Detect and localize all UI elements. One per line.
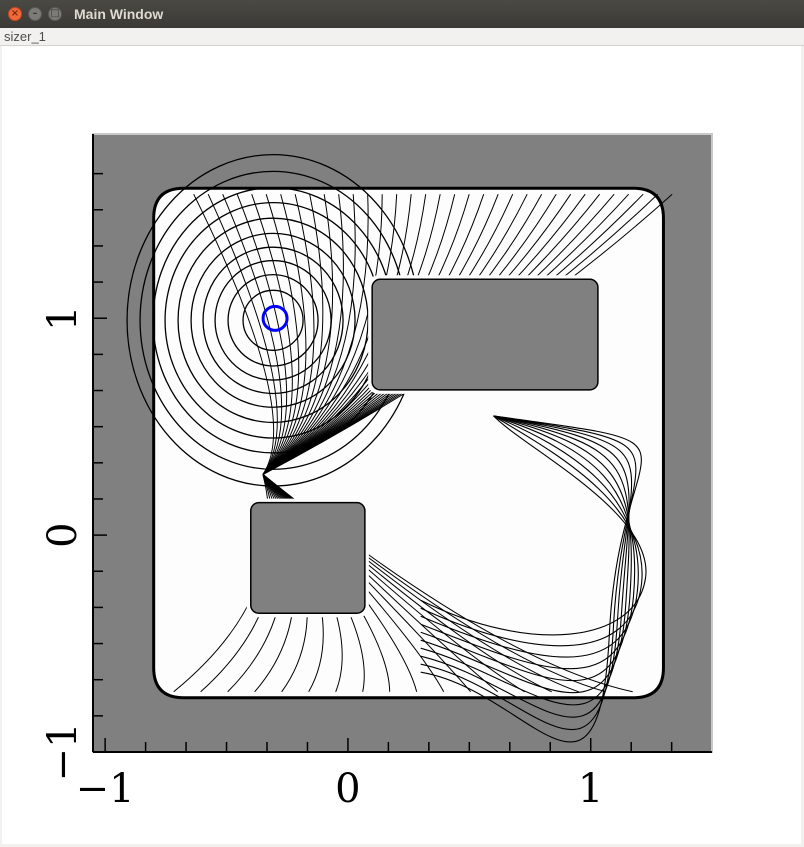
domain-region (152, 186, 665, 700)
lower-obstacle (250, 501, 366, 614)
contour-plot[interactable]: −1 0 1−101 (0, 0, 804, 847)
x-tick-label: 0 (335, 766, 360, 812)
x-tick-label: 1 (578, 766, 603, 812)
y-tick-label: −1 (40, 723, 86, 782)
y-tick-label: 1 (40, 306, 86, 331)
upper-obstacle (371, 278, 599, 391)
y-tick-label: 0 (40, 522, 86, 547)
